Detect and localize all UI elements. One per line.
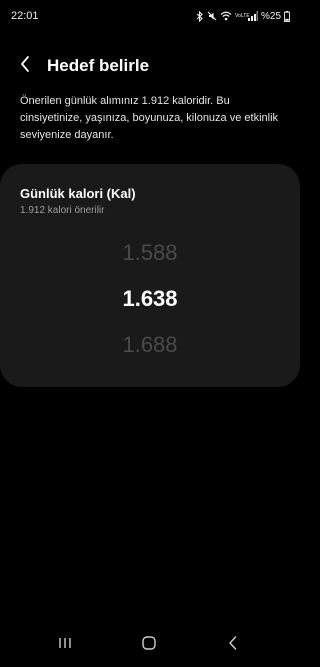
- home-icon: [142, 635, 156, 655]
- mute-icon: [207, 11, 217, 21]
- battery-text: %25: [260, 10, 281, 22]
- calorie-card: Günlük kalori (Kal) 1.912 kalori önerili…: [0, 164, 300, 387]
- nav-back-button[interactable]: [218, 633, 248, 657]
- card-subtitle: 1.912 kalori önerilir: [20, 205, 105, 216]
- volte-label: VoLTE: [234, 12, 250, 19]
- status-bar: 22:01 VoLTE %25: [0, 0, 300, 30]
- card-title: Günlük kalori (Kal): [20, 186, 136, 201]
- signal-icon: [247, 11, 258, 21]
- back-button[interactable]: [12, 53, 38, 79]
- recents-icon: [58, 636, 72, 654]
- description-text: Önerilen günlük alımınız 1.912 kaloridir…: [20, 95, 279, 141]
- wifi-icon: [220, 11, 232, 21]
- home-button[interactable]: [134, 633, 164, 657]
- status-icons: VoLTE %25: [196, 9, 290, 23]
- bluetooth-icon: [196, 10, 204, 22]
- picker-previous-value[interactable]: 1.588: [0, 240, 300, 266]
- picker-current-value[interactable]: 1.638: [0, 286, 300, 312]
- nav-back-icon: [228, 635, 238, 655]
- app-bar: Hedef belirle: [0, 48, 300, 82]
- battery-icon: [284, 10, 290, 22]
- status-time: 22:01: [11, 10, 39, 22]
- picker-next-value[interactable]: 1.688: [0, 332, 300, 358]
- page-title: Hedef belirle: [47, 56, 150, 75]
- navigation-bar: [0, 623, 300, 667]
- recents-button[interactable]: [50, 633, 80, 657]
- chevron-left-icon: [19, 55, 31, 78]
